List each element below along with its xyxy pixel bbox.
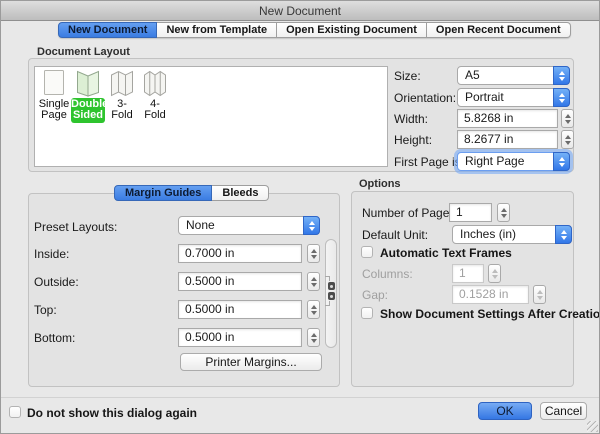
layout-option-3-fold[interactable]: 3- Fold <box>105 69 139 123</box>
tab-margin-guides[interactable]: Margin Guides <box>114 185 212 201</box>
title-bar: New Document <box>1 1 599 21</box>
top-label: Top: <box>34 303 57 317</box>
show-settings-checkbox[interactable] <box>361 307 373 319</box>
window-title: New Document <box>259 4 341 18</box>
four-fold-icon <box>142 69 168 97</box>
columns-field: 1 <box>452 264 484 283</box>
height-field[interactable]: 8.2677 in <box>457 130 558 149</box>
columns-label: Columns: <box>362 267 413 281</box>
preset-layouts-label: Preset Layouts: <box>34 220 117 234</box>
number-of-pages-field[interactable]: 1 <box>449 203 492 222</box>
popup-arrows-icon <box>553 88 570 107</box>
layout-option-double-sided[interactable]: Double Sided <box>71 69 105 123</box>
layout-picker-list: Single Page Double Sided <box>34 66 388 167</box>
document-layout-group-label: Document Layout <box>37 46 130 58</box>
dialog-tab-bar: New Document New from Template Open Exis… <box>58 22 571 38</box>
layout-option-label: 3- Fold <box>105 98 139 123</box>
inside-label: Inside: <box>34 247 69 261</box>
link-margins-control[interactable] <box>325 239 337 348</box>
footer-divider <box>1 397 599 398</box>
tab-bleeds[interactable]: Bleeds <box>212 185 269 201</box>
link-bracket <box>325 301 330 306</box>
number-of-pages-stepper[interactable] <box>497 203 510 222</box>
link-bracket <box>325 276 330 281</box>
margin-tab-bar: Margin Guides Bleeds <box>114 185 269 201</box>
tab-open-existing-document[interactable]: Open Existing Document <box>277 22 427 38</box>
number-of-pages-label: Number of Pages: <box>362 206 459 220</box>
new-document-dialog: New Document New Document New from Templ… <box>0 0 600 434</box>
cancel-button[interactable]: Cancel <box>540 402 587 420</box>
bottom-label: Bottom: <box>34 331 75 345</box>
layout-option-label-selected: Double Sided <box>71 98 105 123</box>
layout-option-single-page[interactable]: Single Page <box>37 69 71 123</box>
ok-button[interactable]: OK <box>478 402 532 420</box>
layout-option-label: 4- Fold <box>138 98 172 123</box>
layout-option-4-fold[interactable]: 4- Fold <box>138 69 172 123</box>
show-settings-label: Show Document Settings After Creation <box>380 307 600 321</box>
tab-open-recent-document[interactable]: Open Recent Document <box>427 22 571 38</box>
width-stepper[interactable] <box>561 109 574 128</box>
popup-arrows-icon <box>553 152 570 171</box>
inside-field[interactable]: 0.7000 in <box>178 244 302 263</box>
popup-arrows-icon <box>303 216 320 235</box>
first-page-popup[interactable]: Right Page <box>457 152 570 171</box>
tab-new-from-template[interactable]: New from Template <box>157 22 277 38</box>
top-stepper[interactable] <box>307 300 320 319</box>
size-popup[interactable]: A5 <box>457 66 570 85</box>
automatic-text-frames-label: Automatic Text Frames <box>380 246 512 260</box>
single-page-icon <box>41 69 67 97</box>
height-stepper[interactable] <box>561 130 574 149</box>
automatic-text-frames-checkbox[interactable] <box>361 246 373 258</box>
tab-new-document[interactable]: New Document <box>58 22 157 38</box>
options-group-label: Options <box>359 178 401 190</box>
default-unit-label: Default Unit: <box>362 228 428 242</box>
bottom-field[interactable]: 0.5000 in <box>178 328 302 347</box>
popup-arrows-icon <box>555 225 572 244</box>
resize-grip-icon[interactable] <box>587 421 598 432</box>
columns-stepper <box>488 264 501 283</box>
outside-field[interactable]: 0.5000 in <box>178 272 302 291</box>
margin-guides-group: Preset Layouts: None Inside: 0.7000 in O… <box>28 193 340 387</box>
orientation-popup[interactable]: Portrait <box>457 88 570 107</box>
preset-layouts-popup[interactable]: None <box>178 216 320 235</box>
gap-field: 0.1528 in <box>452 285 529 304</box>
outside-label: Outside: <box>34 275 79 289</box>
options-group: Number of Pages: 1 Default Unit: Inches … <box>351 191 574 387</box>
orientation-label: Orientation: <box>394 91 456 105</box>
layout-option-label: Single Page <box>37 98 71 123</box>
size-label: Size: <box>394 69 421 83</box>
double-sided-icon <box>75 69 101 97</box>
outside-stepper[interactable] <box>307 272 320 291</box>
first-page-label: First Page is: <box>394 155 464 169</box>
three-fold-icon <box>109 69 135 97</box>
dont-show-again-label: Do not show this dialog again <box>27 406 197 420</box>
dont-show-again-checkbox[interactable] <box>9 406 21 418</box>
popup-arrows-icon <box>553 66 570 85</box>
inside-stepper[interactable] <box>307 244 320 263</box>
link-margins-icon <box>328 282 335 290</box>
document-layout-group: Single Page Double Sided <box>28 58 574 172</box>
top-field[interactable]: 0.5000 in <box>178 300 302 319</box>
height-label: Height: <box>394 133 432 147</box>
gap-label: Gap: <box>362 288 388 302</box>
width-label: Width: <box>394 112 428 126</box>
link-margins-icon <box>328 292 335 300</box>
default-unit-popup[interactable]: Inches (in) <box>452 225 572 244</box>
width-field[interactable]: 5.8268 in <box>457 109 558 128</box>
gap-stepper <box>533 285 546 304</box>
printer-margins-button[interactable]: Printer Margins... <box>180 353 322 371</box>
bottom-stepper[interactable] <box>307 328 320 347</box>
